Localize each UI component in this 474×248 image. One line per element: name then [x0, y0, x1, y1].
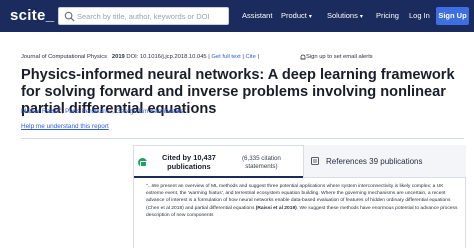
scite-logo[interactable]: scite_: [10, 7, 54, 24]
nav-login[interactable]: Log In: [409, 11, 430, 20]
excerpt-citation: (Raissi et al 2019): [255, 205, 297, 211]
chevron-down-icon: ▾: [308, 14, 312, 20]
search-box[interactable]: [58, 7, 229, 25]
separator: |: [208, 54, 210, 60]
email-alert-link[interactable]: Sign up to set email alerts: [306, 54, 373, 60]
quote-icon: [138, 158, 147, 167]
separator: |: [242, 54, 244, 60]
search-input[interactable]: [77, 8, 227, 24]
section-divider: [21, 138, 464, 139]
top-navbar: scite_ Assistant Product▾ Solutions▾ Pri…: [0, 0, 474, 32]
search-icon: [64, 11, 75, 22]
author-link[interactable]: Maziar Raissi: [21, 108, 59, 115]
citation-statements: (6,335 citation statements): [242, 155, 281, 171]
get-full-text-link[interactable]: Get full text: [211, 54, 240, 60]
publication-year: 2019: [111, 54, 125, 60]
active-tab-indicator: [134, 176, 303, 178]
author-link[interactable]: Paris Perdikaris: [65, 108, 110, 115]
references-icon: [311, 157, 319, 165]
nav-product-label: Product: [281, 11, 307, 20]
journal-name: Journal of Computational Physics: [21, 54, 108, 60]
nav-product[interactable]: Product ▾: [281, 11, 312, 20]
references-label: References 39 publications: [326, 157, 423, 166]
cited-by-label: publications: [167, 162, 211, 171]
nav-pricing[interactable]: Pricing: [376, 11, 399, 20]
publication-meta: Journal of Computational Physics 2019 DO…: [21, 54, 471, 60]
cite-link[interactable]: Cite: [246, 54, 256, 60]
nav-solutions[interactable]: Solutions ▾: [327, 11, 363, 20]
author-link[interactable]: George Em Karniadakis: [116, 108, 184, 115]
chevron-down-icon: ▾: [359, 14, 363, 20]
nav-assistant[interactable]: Assistant: [242, 11, 272, 20]
separator: |: [257, 54, 259, 60]
help-understand-link[interactable]: Help me understand this report: [21, 123, 109, 130]
author-affiliation: 3: [183, 106, 186, 111]
citation-excerpt: "...We present an overview of ML methods…: [146, 183, 460, 219]
cited-by-count: Cited by 10,437: [162, 153, 216, 162]
signup-button[interactable]: Sign Up: [436, 7, 469, 25]
citation-statements-label: statements): [245, 163, 278, 170]
tab-cited-by[interactable]: Cited by 10,437 publications: [162, 153, 216, 171]
doi: DOI: 10.1016/j.jcp.2018.10.045: [126, 54, 207, 60]
citation-statements-count: (6,335 citation: [242, 155, 281, 162]
author-list: Maziar Raissi1, Paris Perdikaris2, Georg…: [21, 106, 186, 116]
nav-solutions-label: Solutions: [327, 11, 358, 20]
